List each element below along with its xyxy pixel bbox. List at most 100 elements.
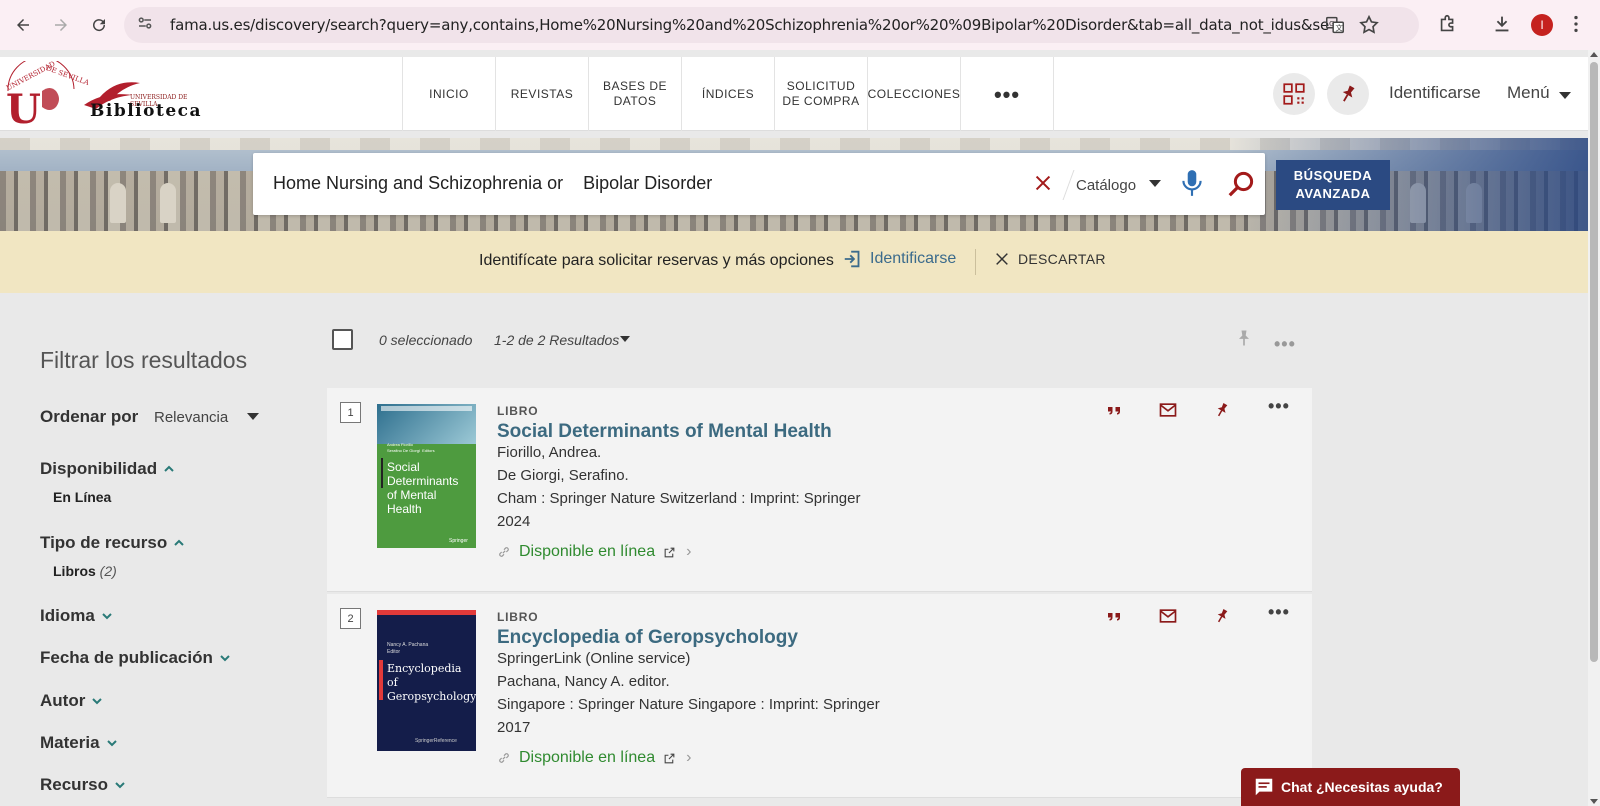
chevron-down-icon [92, 698, 103, 705]
result-item[interactable]: 2 Nancy A. Pachana Editor Encyclopedia o… [327, 594, 1312, 798]
facet-value-label: Libros [53, 563, 96, 579]
result-item[interactable]: 1 Andrea Fiorillo Serafino De Giorgi Edi… [327, 388, 1312, 592]
facet-label: Recurso [40, 775, 109, 794]
nav-colecciones[interactable]: COLECCIONES [868, 57, 961, 131]
pin-icon[interactable] [1327, 73, 1369, 115]
search-input[interactable]: Home Nursing and Schizophrenia or Bipola… [273, 173, 712, 194]
banner-message: Identifícate para solicitar reservas y m… [479, 252, 834, 269]
more-options-icon[interactable]: ••• [1268, 602, 1290, 623]
translate-icon[interactable]: G文 [1324, 14, 1346, 36]
facet-tipo-de-recurso[interactable]: Tipo de recurso [40, 533, 185, 553]
close-icon [996, 253, 1008, 265]
cite-icon[interactable] [1102, 604, 1126, 628]
cover-accent [379, 660, 383, 700]
chevron-right-icon: › [686, 749, 692, 766]
chevron-down-icon [115, 782, 125, 789]
facet-value-label: En Línea [53, 489, 112, 505]
resource-type: LIBRO [497, 404, 539, 418]
facet-value-libros[interactable]: Libros (2) [53, 563, 117, 579]
chevron-down-icon [220, 655, 230, 662]
microphone-icon[interactable] [1179, 168, 1205, 198]
facet-idioma[interactable]: Idioma [40, 606, 113, 626]
book-cover[interactable]: Nancy A. Pachana Editor Encyclopedia of … [377, 610, 476, 751]
result-title-link[interactable]: Social Determinants of Mental Health [497, 421, 832, 443]
facet-autor[interactable]: Autor [40, 691, 103, 711]
svg-text:U: U [6, 86, 41, 127]
sign-in-icon [844, 250, 860, 268]
availability-link[interactable]: Disponible en línea › [497, 749, 691, 767]
header-login-link[interactable]: Identificarse [1389, 83, 1481, 103]
login-banner: Identifícate para solicitar reservas y m… [0, 231, 1588, 293]
facet-label: Autor [40, 691, 86, 710]
chat-help-button[interactable]: Chat ¿Necesitas ayuda? [1241, 768, 1460, 806]
chat-icon [1255, 778, 1273, 796]
facet-materia[interactable]: Materia [40, 733, 118, 753]
select-all-checkbox[interactable] [332, 329, 353, 350]
bookmark-star-icon[interactable] [1358, 14, 1380, 36]
facet-fecha-de-publicacion[interactable]: Fecha de publicación [40, 648, 231, 668]
extensions-icon[interactable] [1437, 13, 1461, 37]
menu-caret-icon[interactable] [1559, 92, 1571, 99]
chevron-up-icon [164, 465, 174, 472]
chat-label: Chat ¿Necesitas ayuda? [1281, 779, 1443, 795]
scroll-up-icon[interactable] [1590, 52, 1598, 57]
reload-icon[interactable] [84, 10, 114, 40]
nav-bases-de-datos[interactable]: BASES DE DATOS [589, 57, 682, 131]
nav-inicio[interactable]: INICIO [403, 57, 496, 131]
nav-revistas[interactable]: REVISTAS [496, 57, 589, 131]
dismiss-button[interactable]: DESCARTAR [994, 251, 1106, 267]
page-scrollbar[interactable] [1588, 50, 1600, 806]
pin-icon[interactable] [1210, 604, 1234, 628]
download-icon[interactable] [1491, 13, 1515, 37]
forward-icon[interactable] [46, 10, 76, 40]
results-caret-icon[interactable] [620, 336, 630, 342]
scroll-thumb[interactable] [1590, 62, 1598, 662]
banner-login-label: Identificarse [870, 250, 957, 267]
link-icon [499, 753, 509, 763]
results-count-dropdown[interactable]: 1-2 de 2 Resultados [494, 332, 619, 348]
header-menu-button[interactable]: Menú [1507, 83, 1550, 103]
library-logo[interactable]: UNIVERSIDAD DE SEVILLA U UNIVERSIDAD DE … [4, 56, 204, 133]
pin-results-icon[interactable] [1234, 327, 1254, 349]
banner-divider [975, 249, 976, 275]
scope-caret-icon[interactable] [1149, 180, 1161, 187]
profile-avatar[interactable]: I [1531, 14, 1553, 36]
more-options-icon[interactable]: ••• [1268, 396, 1290, 417]
result-author: Pachana, Nancy A. editor. [497, 673, 670, 690]
facet-label: Idioma [40, 606, 95, 625]
sort-caret-icon[interactable] [247, 413, 259, 420]
email-icon[interactable] [1156, 604, 1180, 628]
cite-icon[interactable] [1102, 398, 1126, 422]
search-icon[interactable] [1226, 169, 1256, 199]
book-cover[interactable]: Andrea Fiorillo Serafino De Giorgi Edito… [377, 404, 476, 548]
advanced-search-button[interactable]: BÚSQUEDA AVANZADA [1276, 160, 1390, 210]
back-icon[interactable] [8, 10, 38, 40]
nav-solicitud-de-compra[interactable]: SOLICITUD DE COMPRA [775, 57, 868, 131]
address-bar[interactable]: fama.us.es/discovery/search?query=any,co… [124, 7, 1419, 43]
facet-disponibilidad[interactable]: Disponibilidad [40, 459, 175, 479]
result-publisher: Cham : Springer Nature Switzerland : Imp… [497, 490, 861, 507]
nav-indices[interactable]: ÍNDICES [682, 57, 775, 131]
search-scope-select[interactable]: Catálogo [1076, 177, 1136, 194]
email-icon[interactable] [1156, 398, 1180, 422]
scroll-down-icon[interactable] [1590, 799, 1598, 804]
nav-more[interactable]: ••• [961, 57, 1054, 131]
results-more-icon[interactable]: ••• [1274, 334, 1296, 355]
banner-login-link[interactable]: Identificarse [842, 248, 956, 270]
clear-search-icon[interactable] [1032, 172, 1054, 194]
url-text[interactable]: fama.us.es/discovery/search?query=any,co… [170, 16, 1330, 34]
result-title-link[interactable]: Encyclopedia of Geropsychology [497, 627, 798, 649]
site-info-icon[interactable] [136, 14, 156, 37]
sort-label: Ordenar por [40, 407, 139, 426]
facet-value-en-linea[interactable]: En Línea [53, 489, 111, 505]
external-link-icon [664, 753, 675, 763]
kebab-menu-icon[interactable] [1565, 13, 1589, 37]
sort-select[interactable]: Relevancia [154, 409, 228, 426]
result-author: Fiorillo, Andrea. [497, 444, 602, 461]
chevron-up-icon [174, 539, 184, 546]
qr-code-icon[interactable] [1273, 73, 1315, 115]
facet-recurso[interactable]: Recurso [40, 775, 126, 795]
availability-link[interactable]: Disponible en línea › [497, 543, 691, 561]
pin-icon[interactable] [1210, 398, 1234, 422]
result-number: 1 [340, 402, 361, 423]
